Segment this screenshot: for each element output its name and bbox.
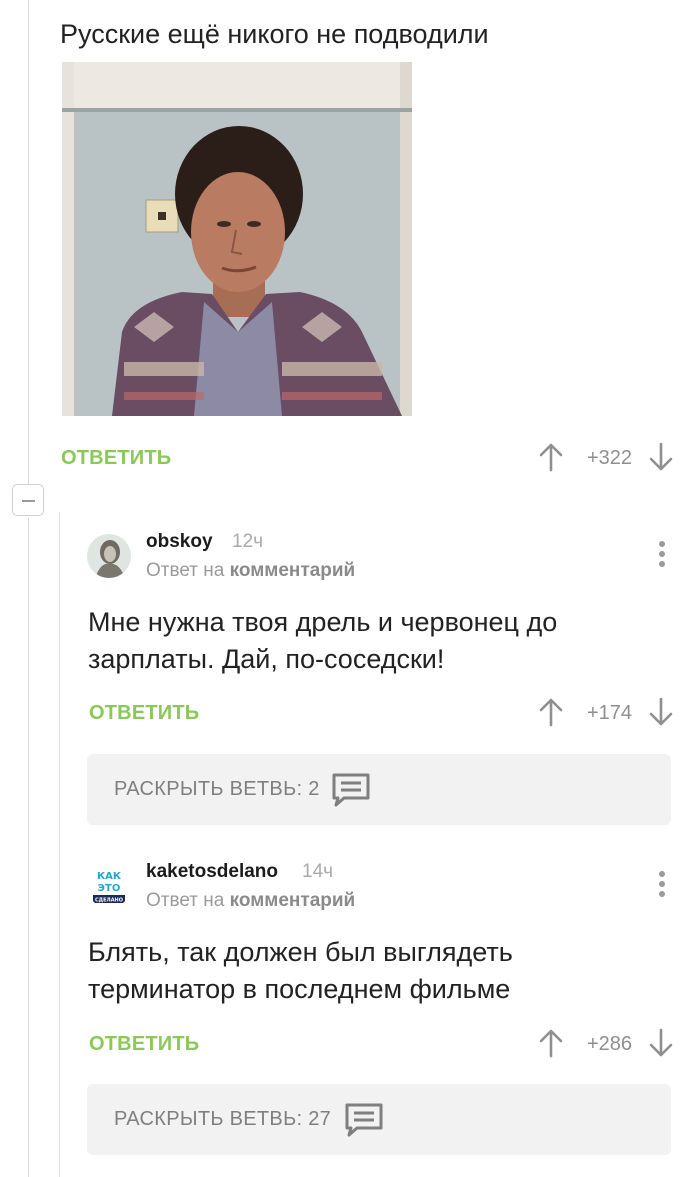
reply-target-link[interactable]: комментарий <box>230 560 356 581</box>
comment-body: Мне нужна твоя дрель и червонец до зарпл… <box>88 604 557 678</box>
thread-line <box>28 518 29 1177</box>
comment-rating: +286 <box>586 1033 632 1055</box>
downvote-button[interactable] <box>648 1028 674 1058</box>
upvote-button[interactable] <box>538 1028 564 1058</box>
expand-branch-button[interactable]: РАСКРЫТЬ ВЕТВЬ: 27 <box>87 1084 671 1155</box>
main-comment-text: Русские ещё никого не подводили <box>60 19 489 49</box>
comment-line: зарплаты. Дай, по-соседски! <box>88 644 445 674</box>
reply-button[interactable]: ОТВЕТИТЬ <box>61 447 171 470</box>
avatar-text-line: СДЕЛАНО <box>95 898 123 904</box>
comment-line: терминатор в последнем фильме <box>88 974 511 1004</box>
arrow-down-icon <box>649 442 673 471</box>
photo-man-portrait <box>62 62 412 416</box>
avatar-text-line: КАК <box>97 871 122 882</box>
comment-time: 12ч <box>232 531 264 552</box>
arrow-up-icon <box>539 1029 563 1058</box>
upvote-button[interactable] <box>538 442 564 472</box>
upvote-button[interactable] <box>538 697 564 727</box>
reply-meta: Ответ на комментарий <box>146 560 355 582</box>
expand-branch-label: РАСКРЫТЬ ВЕТВЬ: 27 <box>114 1108 332 1130</box>
comment-time: 14ч <box>302 861 334 882</box>
arrow-up-icon <box>539 443 563 472</box>
downvote-button[interactable] <box>648 697 674 727</box>
avatar-image <box>87 534 131 578</box>
avatar[interactable]: КАК ЭТО СДЕЛАНО <box>87 864 131 908</box>
reply-meta: Ответ на комментарий <box>146 890 355 912</box>
downvote-button[interactable] <box>648 442 674 472</box>
minus-icon <box>22 500 35 502</box>
comment-line: Мне нужна твоя дрель и червонец до <box>88 607 558 637</box>
comment-rating: +174 <box>586 702 632 724</box>
nested-thread-line <box>59 512 60 1177</box>
expand-branch-button[interactable]: РАСКРЫТЬ ВЕТВЬ: 2 <box>87 754 671 825</box>
comment-rating: +322 <box>586 447 632 469</box>
expand-branch-label: РАСКРЫТЬ ВЕТВЬ: 2 <box>114 778 320 800</box>
avatar-text-line: ЭТО <box>98 883 121 894</box>
comment-body: Блять, так должен был выглядеть терминат… <box>88 934 513 1008</box>
reply-prefix: Ответ на <box>146 890 225 911</box>
collapse-thread-button[interactable] <box>12 484 44 516</box>
thread-line <box>28 0 29 484</box>
arrow-down-icon <box>649 1028 673 1057</box>
kebab-menu-icon[interactable] <box>652 537 672 571</box>
username[interactable]: kaketosdelano <box>146 861 278 883</box>
comments-icon <box>345 1103 383 1137</box>
arrow-down-icon <box>649 697 673 726</box>
comment-photo[interactable] <box>62 62 412 416</box>
comment-line: Блять, так должен был выглядеть <box>88 937 513 967</box>
arrow-up-icon <box>539 698 563 727</box>
avatar-image: КАК ЭТО СДЕЛАНО <box>87 864 131 908</box>
comments-icon <box>332 773 370 807</box>
kebab-menu-icon[interactable] <box>652 867 672 901</box>
reply-target-link[interactable]: комментарий <box>230 890 356 911</box>
avatar[interactable] <box>87 534 131 578</box>
username[interactable]: obskoy <box>146 531 213 553</box>
reply-prefix: Ответ на <box>146 560 225 581</box>
reply-button[interactable]: ОТВЕТИТЬ <box>89 702 199 725</box>
reply-button[interactable]: ОТВЕТИТЬ <box>89 1033 199 1056</box>
